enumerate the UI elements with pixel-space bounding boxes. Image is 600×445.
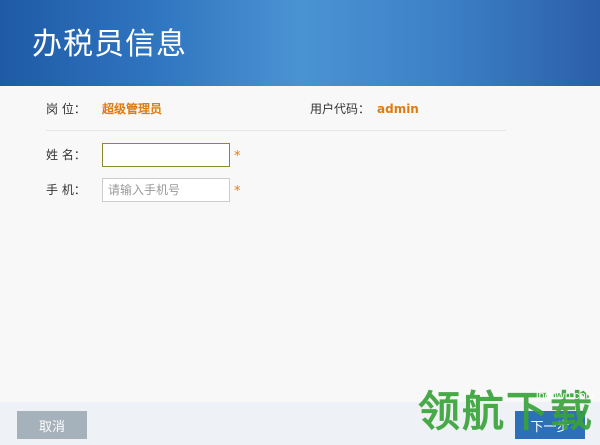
page-title: 办税员信息 [32, 27, 187, 62]
cancel-button[interactable]: 取消 [17, 411, 87, 439]
footer-bar [0, 402, 600, 445]
name-label: 姓 名： [46, 148, 86, 162]
phone-label: 手 机： [46, 183, 86, 197]
header-banner: 办税员信息 [0, 0, 600, 86]
name-input[interactable] [102, 143, 230, 167]
phone-required-mark: * [234, 184, 241, 199]
phone-input[interactable] [102, 178, 230, 202]
role-label: 岗 位： [46, 102, 86, 116]
user-code-value: admin [377, 102, 419, 116]
role-value: 超级管理员 [102, 102, 163, 116]
user-code-label: 用户代码： [310, 102, 371, 116]
next-button[interactable]: 下一步 [515, 411, 585, 439]
divider [46, 130, 506, 131]
name-required-mark: * [234, 149, 241, 164]
watermark-domain: lhdown.com [536, 390, 595, 402]
